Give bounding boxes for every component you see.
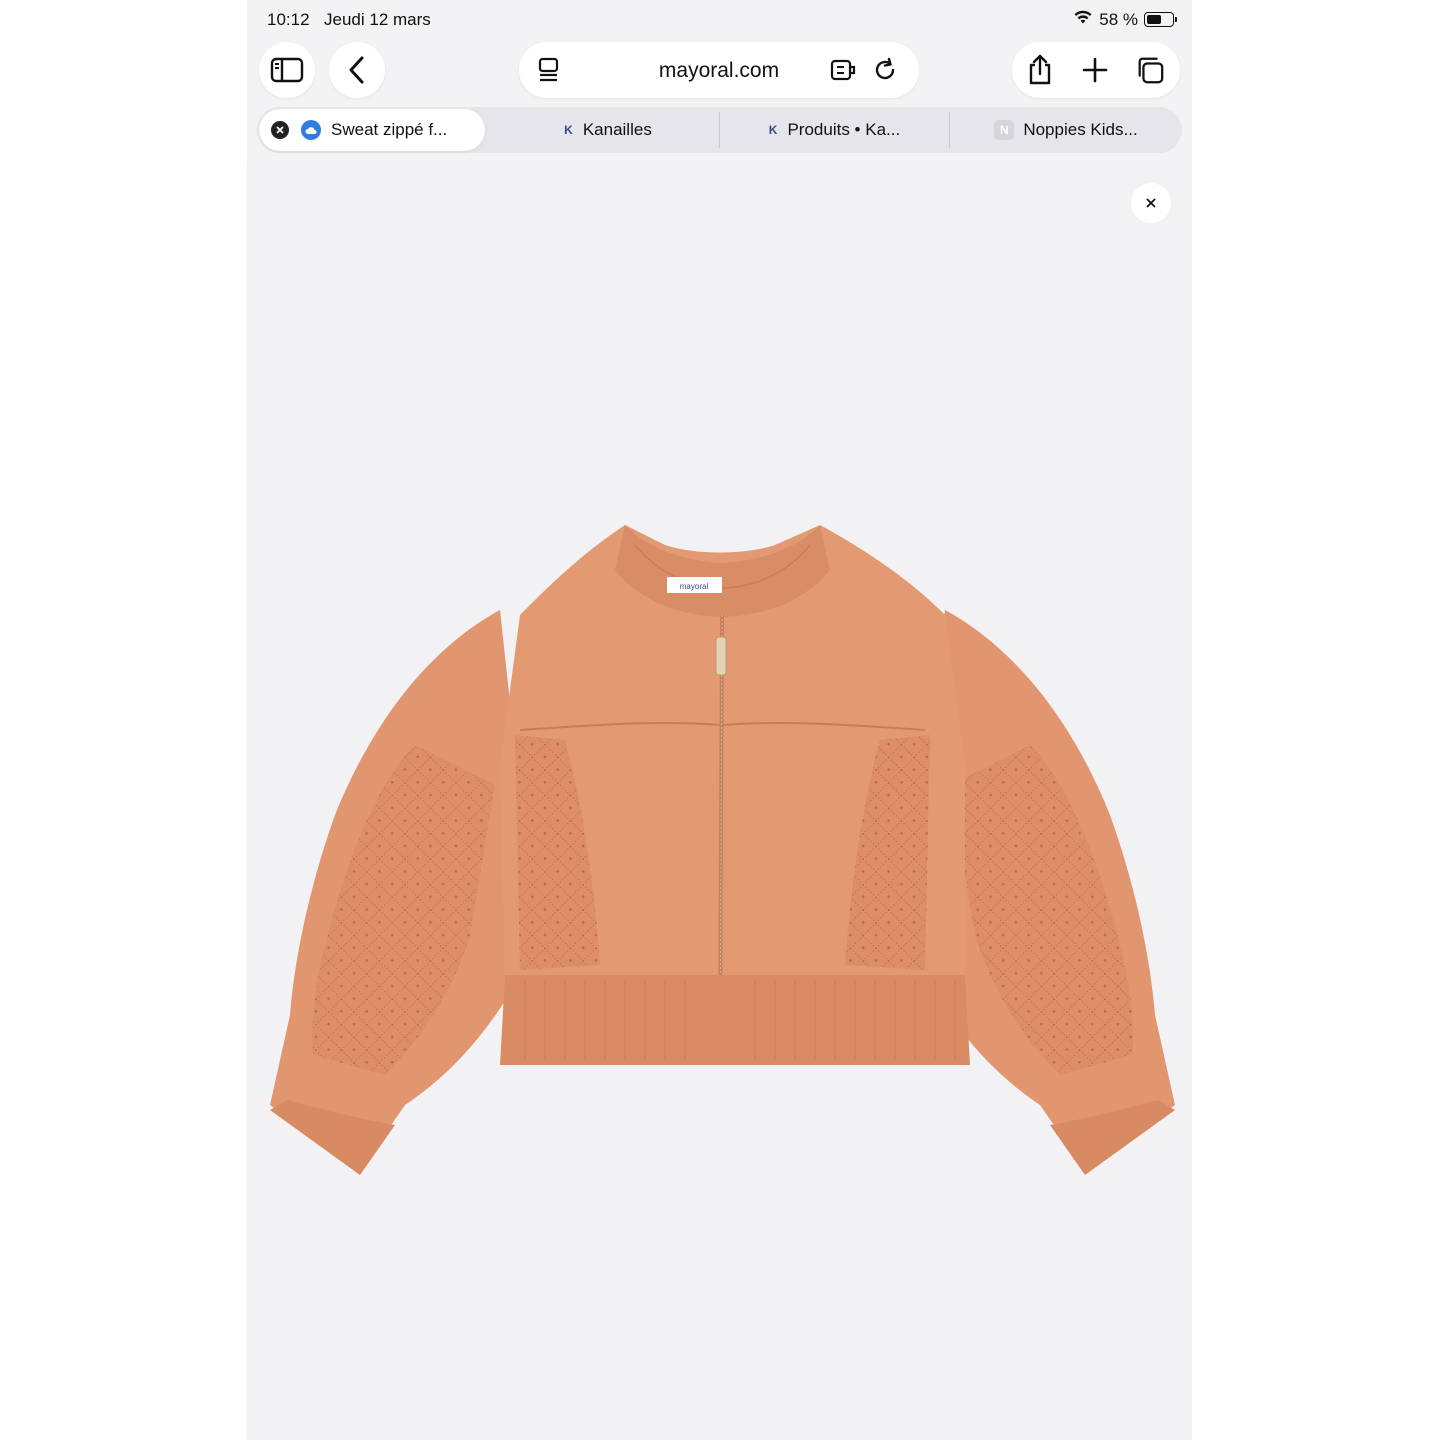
tab-bar: Sweat zippé f... K Kanailles K Produits … — [257, 107, 1182, 153]
sidebar-icon — [270, 57, 304, 83]
close-tab-icon[interactable] — [271, 121, 289, 139]
tab-produits[interactable]: K Produits • Ka... — [720, 107, 949, 153]
address-bar[interactable]: mayoral.com — [519, 42, 919, 98]
reload-icon[interactable] — [871, 56, 899, 84]
action-buttons-group — [1012, 42, 1180, 98]
share-button[interactable] — [1025, 54, 1055, 85]
url-text[interactable]: mayoral.com — [519, 59, 919, 83]
status-date: Jeudi 12 mars — [324, 10, 431, 29]
close-image-button[interactable] — [1131, 183, 1171, 223]
status-right: 58 % — [1073, 9, 1177, 30]
tab-sweat-zippe[interactable]: Sweat zippé f... — [259, 109, 485, 151]
tab-overview-button[interactable] — [1135, 55, 1165, 85]
plus-icon — [1082, 57, 1108, 83]
tabs-icon — [1138, 57, 1164, 84]
translate-icon[interactable] — [829, 56, 857, 84]
tab-kanailles[interactable]: K Kanailles — [497, 107, 719, 153]
status-bar: 10:12 Jeudi 12 mars 58 % — [247, 0, 1192, 40]
tab-label: Produits • Ka... — [787, 120, 901, 139]
battery-percent: 58 % — [1099, 9, 1138, 29]
wifi-icon — [1073, 9, 1093, 30]
chevron-left-icon — [349, 56, 364, 84]
close-icon — [1146, 198, 1156, 208]
brand-label: mayoral — [680, 582, 709, 591]
cloud-favicon-icon — [301, 120, 321, 140]
k-favicon-icon: K — [768, 123, 778, 137]
n-favicon-icon: N — [994, 120, 1015, 140]
tab-noppies[interactable]: N Noppies Kids... — [950, 107, 1182, 153]
status-time: 10:12 — [267, 10, 310, 29]
back-button[interactable] — [329, 42, 385, 98]
browser-toolbar: mayoral.com — [247, 40, 1192, 102]
share-icon — [1029, 54, 1051, 85]
tab-label: Sweat zippé f... — [331, 120, 448, 139]
product-image: mayoral — [270, 525, 1175, 1175]
battery-icon — [1144, 12, 1177, 27]
sidebar-button[interactable] — [259, 42, 315, 98]
tab-label: Kanailles — [582, 120, 652, 139]
browser-window: 10:12 Jeudi 12 mars 58 % mayoral.com Swe… — [247, 0, 1192, 1440]
new-tab-button[interactable] — [1080, 55, 1110, 85]
k-favicon-icon: K — [564, 123, 573, 137]
tab-label: Noppies Kids... — [1023, 120, 1138, 139]
battery-level — [1147, 15, 1161, 24]
